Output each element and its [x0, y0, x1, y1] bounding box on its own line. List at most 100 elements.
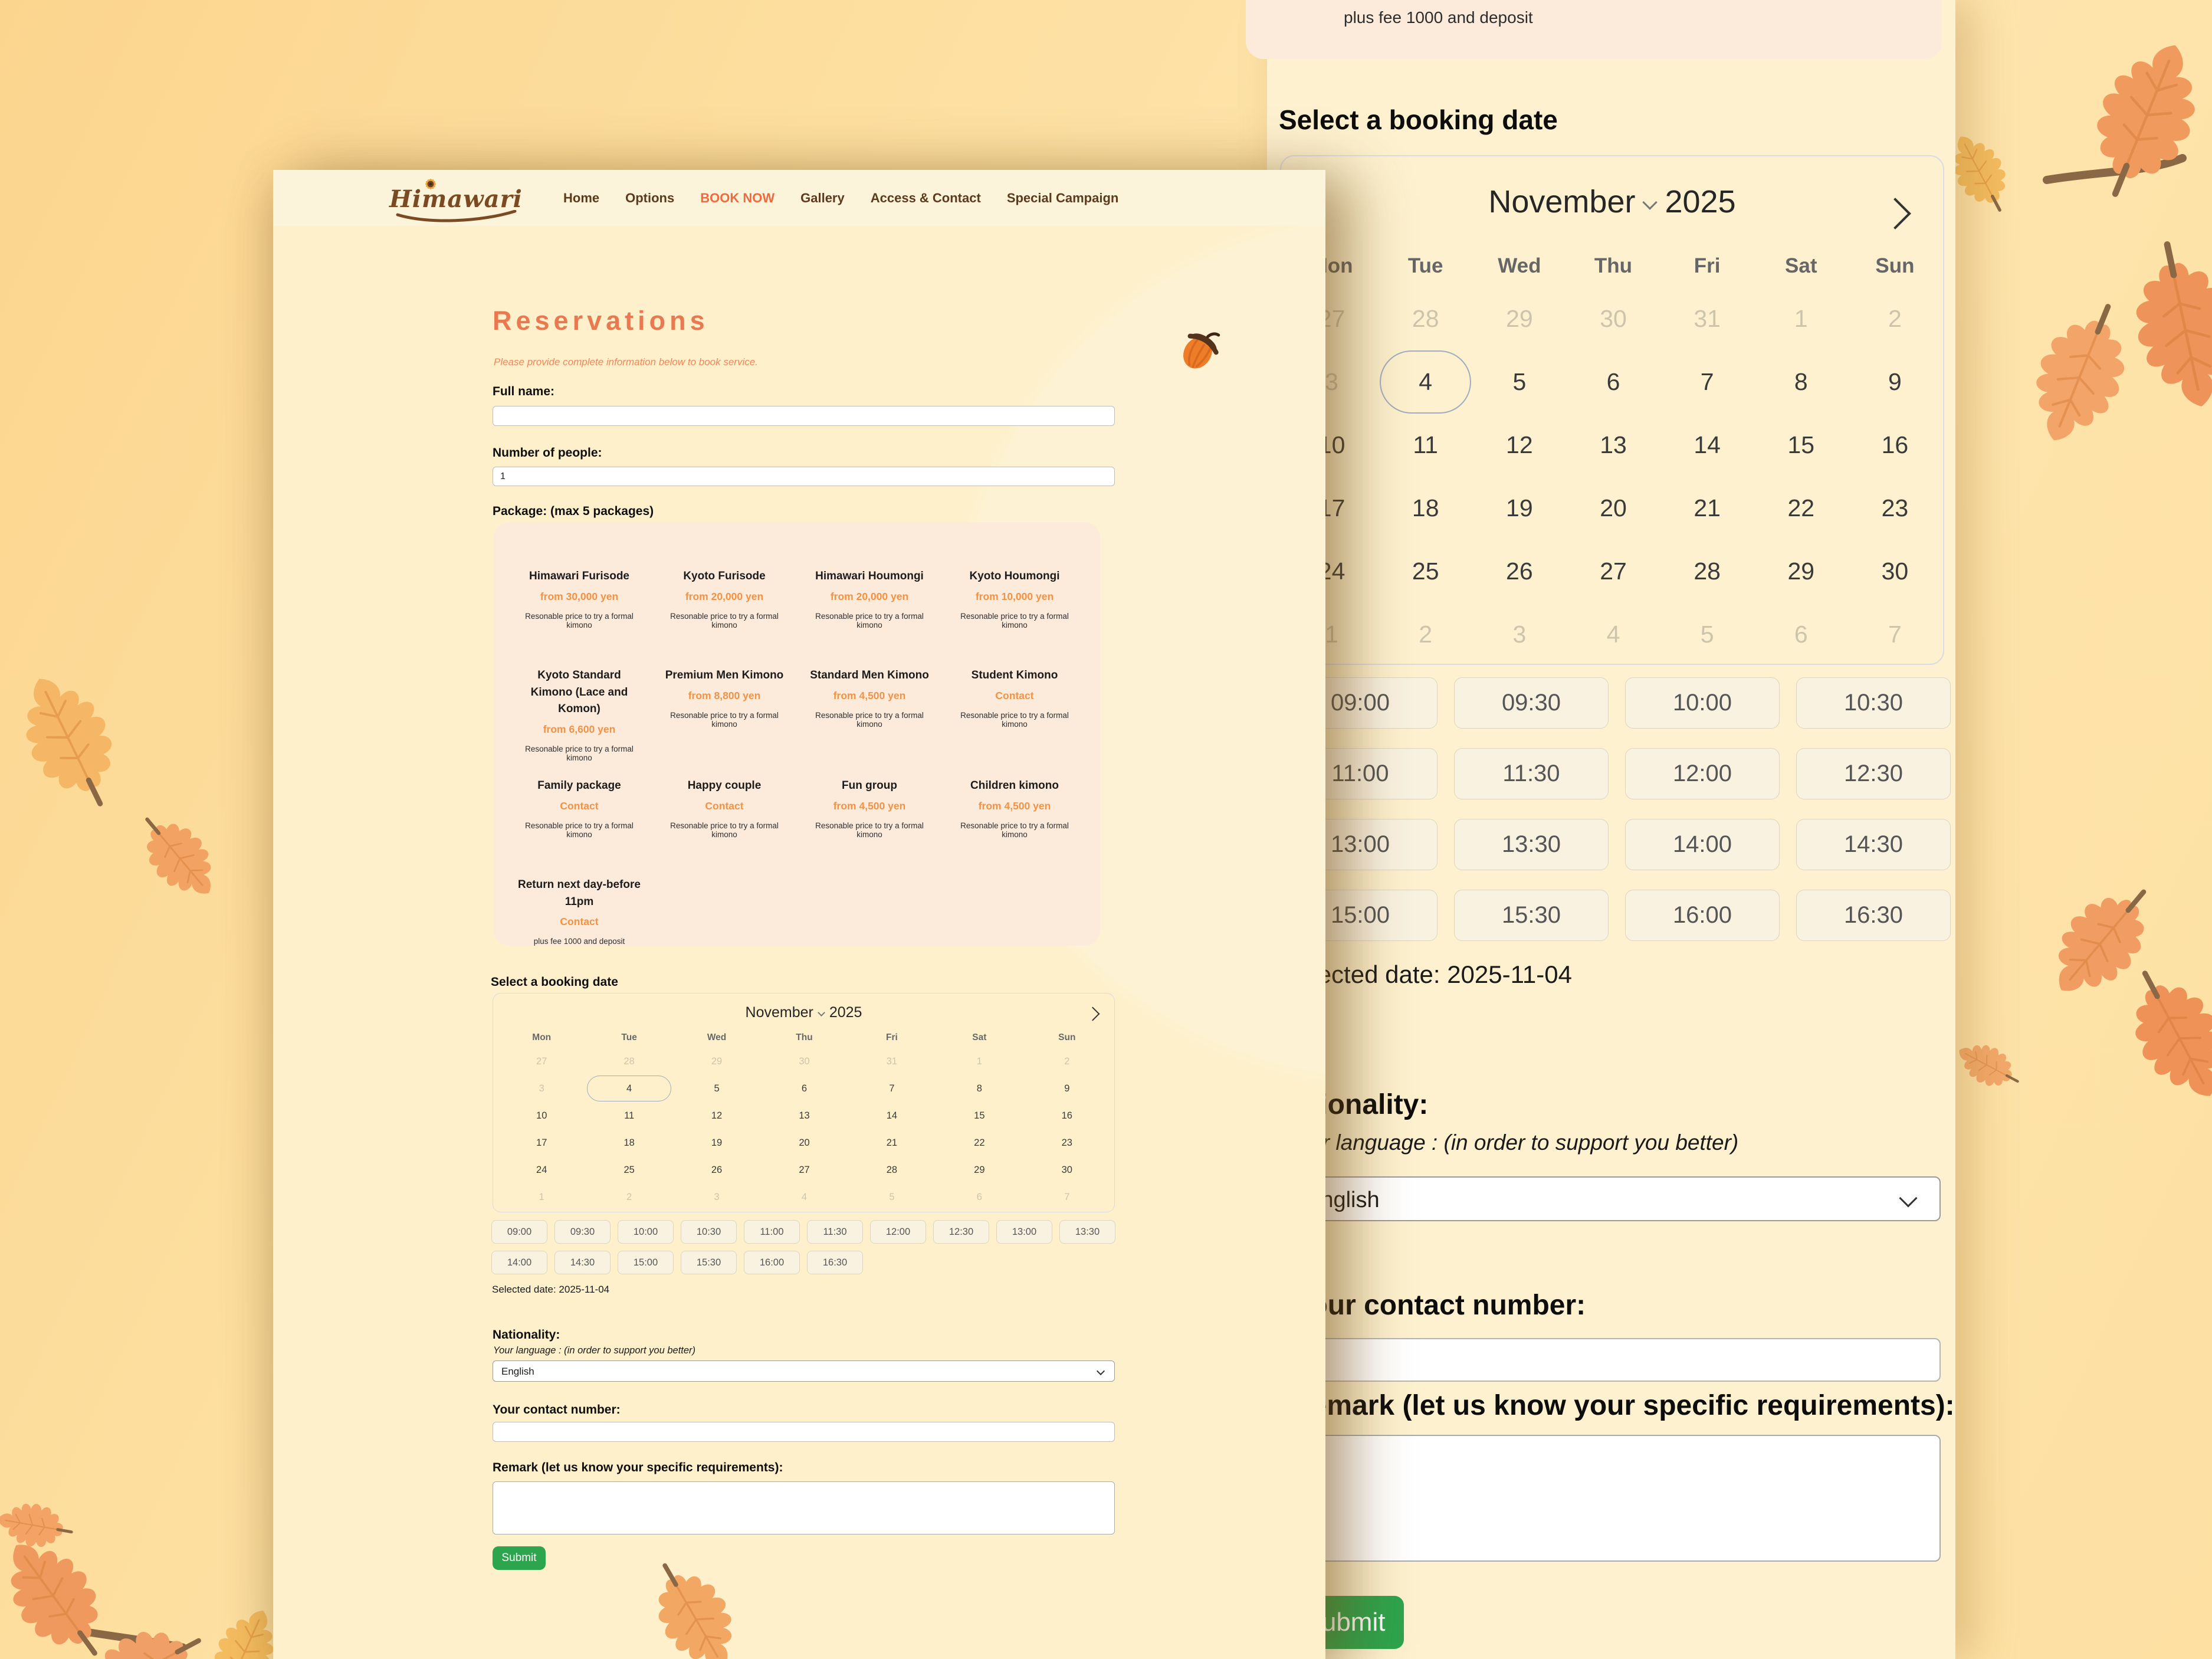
calendar-day[interactable]: 11 — [1379, 414, 1472, 477]
contact-number-input[interactable] — [1247, 1338, 1941, 1382]
calendar-day[interactable]: 8 — [936, 1075, 1023, 1102]
time-slot-button[interactable]: 11:30 — [1454, 748, 1609, 799]
calendar-day[interactable]: 19 — [1472, 477, 1566, 540]
calendar-month[interactable]: November — [746, 1004, 813, 1021]
calendar-day[interactable]: 26 — [673, 1156, 760, 1183]
calendar-day[interactable]: 27 — [1566, 540, 1660, 603]
time-slot-button[interactable]: 10:30 — [1796, 677, 1951, 729]
calendar-day-selected[interactable]: 4 — [1380, 350, 1471, 414]
nationality-select[interactable]: English — [493, 1360, 1115, 1382]
package-card[interactable]: Children kimonofrom 4,500 yenResonable p… — [947, 778, 1082, 877]
time-slot-button[interactable]: 13:30 — [1454, 819, 1609, 870]
time-slot-button[interactable]: 14:30 — [554, 1251, 611, 1274]
time-slot-button[interactable]: 12:30 — [1796, 748, 1951, 799]
time-slot-button[interactable]: 10:30 — [681, 1220, 737, 1244]
time-slot-button[interactable]: 10:00 — [1625, 677, 1780, 729]
submit-button[interactable]: Submit — [493, 1546, 546, 1570]
people-count-input[interactable] — [493, 467, 1115, 486]
calendar-day[interactable]: 29 — [936, 1156, 1023, 1183]
full-name-input[interactable] — [493, 406, 1115, 426]
calendar-day[interactable]: 16 — [1848, 414, 1942, 477]
time-slot-button[interactable]: 12:00 — [1625, 748, 1780, 799]
calendar-day[interactable]: 15 — [1754, 414, 1848, 477]
time-slot-button[interactable]: 16:00 — [1625, 890, 1780, 941]
calendar-day[interactable]: 6 — [760, 1075, 848, 1102]
calendar-day[interactable]: 30 — [1023, 1156, 1111, 1183]
calendar-day[interactable]: 18 — [585, 1129, 672, 1156]
time-slot-button[interactable]: 14:00 — [1625, 819, 1780, 870]
calendar-day[interactable]: 16 — [1023, 1102, 1111, 1129]
calendar-day[interactable]: 23 — [1023, 1129, 1111, 1156]
nav-item-book-now[interactable]: BOOK NOW — [700, 191, 774, 206]
calendar-month[interactable]: November — [1488, 184, 1635, 219]
calendar-day[interactable]: 15 — [936, 1102, 1023, 1129]
calendar-day[interactable]: 23 — [1848, 477, 1942, 540]
nav-item-home[interactable]: Home — [563, 191, 599, 206]
calendar-year[interactable]: 2025 — [829, 1004, 862, 1021]
package-card[interactable]: Premium Men Kimonofrom 8,800 yenResonabl… — [657, 667, 792, 778]
package-card[interactable]: Kyoto Furisodefrom 20,000 yenResonable p… — [657, 568, 792, 667]
calendar-day[interactable]: 27 — [760, 1156, 848, 1183]
calendar-day[interactable]: 28 — [1660, 540, 1754, 603]
calendar-day[interactable]: 22 — [1754, 477, 1848, 540]
nav-item-gallery[interactable]: Gallery — [800, 191, 845, 206]
calendar-day[interactable]: 13 — [1566, 414, 1660, 477]
calendar-day[interactable]: 28 — [848, 1156, 936, 1183]
time-slot-button[interactable]: 16:30 — [807, 1251, 863, 1274]
time-slot-button[interactable]: 15:30 — [1454, 890, 1609, 941]
calendar-day-selected[interactable]: 4 — [587, 1076, 671, 1101]
calendar-day[interactable]: 17 — [498, 1129, 585, 1156]
package-card[interactable]: Standard Men Kimonofrom 4,500 yenResonab… — [802, 667, 937, 778]
package-card[interactable]: Family packageContactResonable price to … — [511, 778, 647, 877]
calendar-day[interactable]: 9 — [1023, 1075, 1111, 1102]
calendar-day[interactable]: 11 — [585, 1102, 672, 1129]
calendar-day[interactable]: 14 — [848, 1102, 936, 1129]
calendar-day[interactable]: 7 — [848, 1075, 936, 1102]
nav-item-access-contact[interactable]: Access & Contact — [871, 191, 981, 206]
calendar-month-selector[interactable]: November 2025 — [1281, 183, 1943, 220]
time-slot-button[interactable]: 14:30 — [1796, 819, 1951, 870]
time-slot-button[interactable]: 13:30 — [1059, 1220, 1115, 1244]
time-slot-button[interactable]: 12:00 — [870, 1220, 926, 1244]
package-card[interactable]: Fun groupfrom 4,500 yenResonable price t… — [802, 778, 937, 877]
time-slot-button[interactable]: 14:00 — [491, 1251, 547, 1274]
calendar-day[interactable]: 25 — [1379, 540, 1472, 603]
time-slot-button[interactable]: 09:00 — [491, 1220, 547, 1244]
time-slot-button[interactable]: 13:00 — [996, 1220, 1052, 1244]
nationality-select[interactable]: English — [1247, 1176, 1941, 1221]
calendar-day[interactable]: 8 — [1754, 350, 1848, 414]
package-card[interactable]: Happy coupleContactResonable price to tr… — [657, 778, 792, 877]
nav-item-options[interactable]: Options — [625, 191, 674, 206]
calendar-day[interactable]: 21 — [848, 1129, 936, 1156]
time-slot-button[interactable]: 09:30 — [1454, 677, 1609, 729]
calendar-day[interactable]: 10 — [498, 1102, 585, 1129]
calendar-day[interactable]: 5 — [1472, 350, 1566, 414]
calendar-day[interactable]: 14 — [1660, 414, 1754, 477]
himawari-logo[interactable]: Himawari — [388, 175, 524, 224]
calendar-day[interactable]: 19 — [673, 1129, 760, 1156]
remark-textarea[interactable] — [1247, 1435, 1941, 1562]
time-slot-button[interactable]: 11:00 — [744, 1220, 800, 1244]
time-slot-button[interactable]: 15:00 — [618, 1251, 674, 1274]
calendar-day[interactable]: 20 — [1566, 477, 1660, 540]
calendar-day[interactable]: 20 — [760, 1129, 848, 1156]
calendar-month-selector[interactable]: November 2025 — [493, 1004, 1114, 1021]
contact-number-input[interactable] — [493, 1422, 1115, 1442]
calendar-day[interactable]: 5 — [673, 1075, 760, 1102]
nav-item-special-campaign[interactable]: Special Campaign — [1007, 191, 1119, 206]
calendar-day[interactable]: 25 — [585, 1156, 672, 1183]
calendar-day[interactable]: 26 — [1472, 540, 1566, 603]
remark-textarea[interactable] — [493, 1481, 1115, 1535]
time-slot-button[interactable]: 10:00 — [618, 1220, 674, 1244]
time-slot-button[interactable]: 12:30 — [933, 1220, 989, 1244]
package-card[interactable]: Student KimonoContactResonable price to … — [947, 667, 1082, 778]
package-card[interactable]: Himawari Houmongifrom 20,000 yenResonabl… — [802, 568, 937, 667]
calendar-day[interactable]: 13 — [760, 1102, 848, 1129]
time-slot-button[interactable]: 09:30 — [554, 1220, 611, 1244]
time-slot-button[interactable]: 11:30 — [807, 1220, 863, 1244]
package-card[interactable]: Himawari Furisodefrom 30,000 yenResonabl… — [511, 568, 647, 667]
calendar-day[interactable]: 30 — [1848, 540, 1942, 603]
package-card[interactable]: Return next day-before 11pmContactplus f… — [511, 877, 647, 946]
time-slot-button[interactable]: 15:30 — [681, 1251, 737, 1274]
calendar-year[interactable]: 2025 — [1665, 184, 1735, 219]
